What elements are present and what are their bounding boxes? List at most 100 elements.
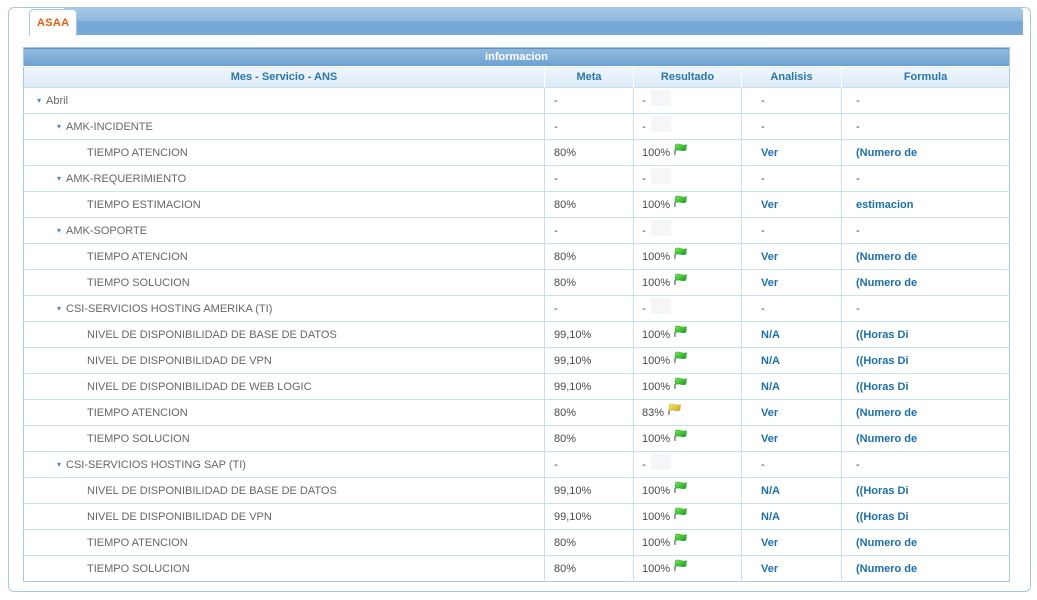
- resultado-value: -: [642, 94, 646, 106]
- analisis-cell: -: [742, 218, 842, 244]
- service-name-cell: NIVEL DE DISPONIBILIDAD DE BASE DE DATOS: [24, 322, 545, 348]
- formula-link[interactable]: ((Horas Di: [856, 381, 909, 393]
- resultado-cell: 100%: [634, 244, 742, 270]
- resultado-value: 100%: [642, 250, 670, 262]
- meta-value: -: [554, 121, 558, 133]
- analisis-cell: -: [742, 296, 842, 322]
- service-name-cell: ▾Abril: [24, 88, 545, 114]
- ver-link[interactable]: Ver: [761, 563, 778, 575]
- table-title-row: informacion: [24, 48, 1010, 67]
- resultado-cell: -: [634, 218, 742, 244]
- resultado-cell: 100%: [634, 374, 742, 400]
- table-title: informacion: [24, 48, 1010, 67]
- formula-cell: (Numero de: [842, 140, 1010, 166]
- analisis-value: -: [761, 173, 765, 185]
- service-name-cell: TIEMPO SOLUCION: [24, 270, 545, 296]
- collapse-toggle-icon[interactable]: ▾: [57, 226, 61, 235]
- formula-link[interactable]: ((Horas Di: [856, 485, 909, 497]
- ver-link[interactable]: Ver: [761, 277, 778, 289]
- tab-content: informacion Mes - Servicio - ANSMetaResu…: [23, 47, 1010, 582]
- formula-link[interactable]: (Numero de: [856, 147, 917, 159]
- formula-link[interactable]: (Numero de: [856, 433, 917, 445]
- meta-cell: -: [545, 296, 634, 322]
- formula-cell: (Numero de: [842, 426, 1010, 452]
- green-flag-icon: [673, 324, 688, 338]
- analisis-value: -: [761, 225, 765, 237]
- row-label: NIVEL DE DISPONIBILIDAD DE VPN: [87, 355, 272, 367]
- analisis-value: N/A: [761, 355, 780, 367]
- formula-link[interactable]: ((Horas Di: [856, 511, 909, 523]
- collapse-toggle-icon[interactable]: ▾: [57, 460, 61, 469]
- resultado-cell: -: [634, 88, 742, 114]
- green-flag-icon: [673, 142, 688, 156]
- meta-value: 99,10%: [554, 485, 591, 497]
- formula-link[interactable]: ((Horas Di: [856, 329, 909, 341]
- tab-strip: [64, 8, 1023, 35]
- green-flag-icon: [673, 272, 688, 286]
- analisis-cell: Ver: [742, 244, 842, 270]
- formula-cell: -: [842, 296, 1010, 322]
- formula-link[interactable]: estimacion: [856, 199, 913, 211]
- formula-link[interactable]: ((Horas Di: [856, 355, 909, 367]
- table-row: TIEMPO ATENCION80%100%Ver(Numero de: [24, 244, 1010, 270]
- meta-cell: 80%: [545, 556, 634, 582]
- resultado-value: -: [642, 224, 646, 236]
- meta-value: 80%: [554, 251, 576, 263]
- analisis-cell: Ver: [742, 140, 842, 166]
- resultado-value: 100%: [642, 146, 670, 158]
- row-label: NIVEL DE DISPONIBILIDAD DE WEB LOGIC: [87, 381, 312, 393]
- table-row: TIEMPO SOLUCION80%100%Ver(Numero de: [24, 556, 1010, 582]
- column-header-meta: Meta: [545, 67, 634, 88]
- resultado-cell: 100%: [634, 270, 742, 296]
- table-row: NIVEL DE DISPONIBILIDAD DE VPN99,10%100%…: [24, 348, 1010, 374]
- formula-link[interactable]: (Numero de: [856, 537, 917, 549]
- analisis-cell: -: [742, 114, 842, 140]
- analisis-value: N/A: [761, 329, 780, 341]
- formula-link[interactable]: (Numero de: [856, 407, 917, 419]
- formula-value: -: [856, 95, 860, 107]
- table-body: ▾Abril----▾AMK-INCIDENTE----TIEMPO ATENC…: [24, 88, 1010, 582]
- formula-link[interactable]: (Numero de: [856, 563, 917, 575]
- green-flag-icon: [673, 194, 688, 208]
- resultado-value: 100%: [642, 484, 670, 496]
- meta-cell: -: [545, 166, 634, 192]
- ver-link[interactable]: Ver: [761, 433, 778, 445]
- analisis-value: -: [761, 95, 765, 107]
- green-flag-icon: [673, 428, 688, 442]
- formula-cell: ((Horas Di: [842, 478, 1010, 504]
- missing-flag-placeholder: [651, 454, 671, 470]
- ver-link[interactable]: Ver: [761, 251, 778, 263]
- green-flag-icon: [673, 480, 688, 494]
- row-label: CSI-SERVICIOS HOSTING SAP (TI): [66, 459, 246, 471]
- collapse-toggle-icon[interactable]: ▾: [57, 122, 61, 131]
- resultado-cell: 100%: [634, 348, 742, 374]
- analisis-value: -: [761, 303, 765, 315]
- collapse-toggle-icon[interactable]: ▾: [57, 174, 61, 183]
- tab-bar: ASAA: [9, 8, 1030, 38]
- formula-cell: -: [842, 166, 1010, 192]
- ver-link[interactable]: Ver: [761, 407, 778, 419]
- asaa-tab-panel: ASAA informacion Mes - Servicio - ANSMet…: [8, 7, 1031, 592]
- formula-cell: (Numero de: [842, 556, 1010, 582]
- formula-link[interactable]: (Numero de: [856, 251, 917, 263]
- collapse-toggle-icon[interactable]: ▾: [57, 304, 61, 313]
- resultado-cell: 83%: [634, 400, 742, 426]
- service-name-cell: ▾AMK-SOPORTE: [24, 218, 545, 244]
- ver-link[interactable]: Ver: [761, 537, 778, 549]
- tab-asaa[interactable]: ASAA: [29, 9, 77, 36]
- meta-value: 99,10%: [554, 381, 591, 393]
- green-flag-icon: [673, 532, 688, 546]
- ver-link[interactable]: Ver: [761, 147, 778, 159]
- meta-cell: 80%: [545, 400, 634, 426]
- formula-link[interactable]: (Numero de: [856, 277, 917, 289]
- resultado-cell: -: [634, 296, 742, 322]
- service-name-cell: TIEMPO SOLUCION: [24, 426, 545, 452]
- collapse-toggle-icon[interactable]: ▾: [37, 96, 41, 105]
- table-row: ▾CSI-SERVICIOS HOSTING AMERIKA (TI)----: [24, 296, 1010, 322]
- column-header-resultado: Resultado: [634, 67, 742, 88]
- meta-value: -: [554, 173, 558, 185]
- missing-flag-placeholder: [651, 168, 671, 184]
- ver-link[interactable]: Ver: [761, 199, 778, 211]
- resultado-cell: -: [634, 114, 742, 140]
- resultado-value: -: [642, 120, 646, 132]
